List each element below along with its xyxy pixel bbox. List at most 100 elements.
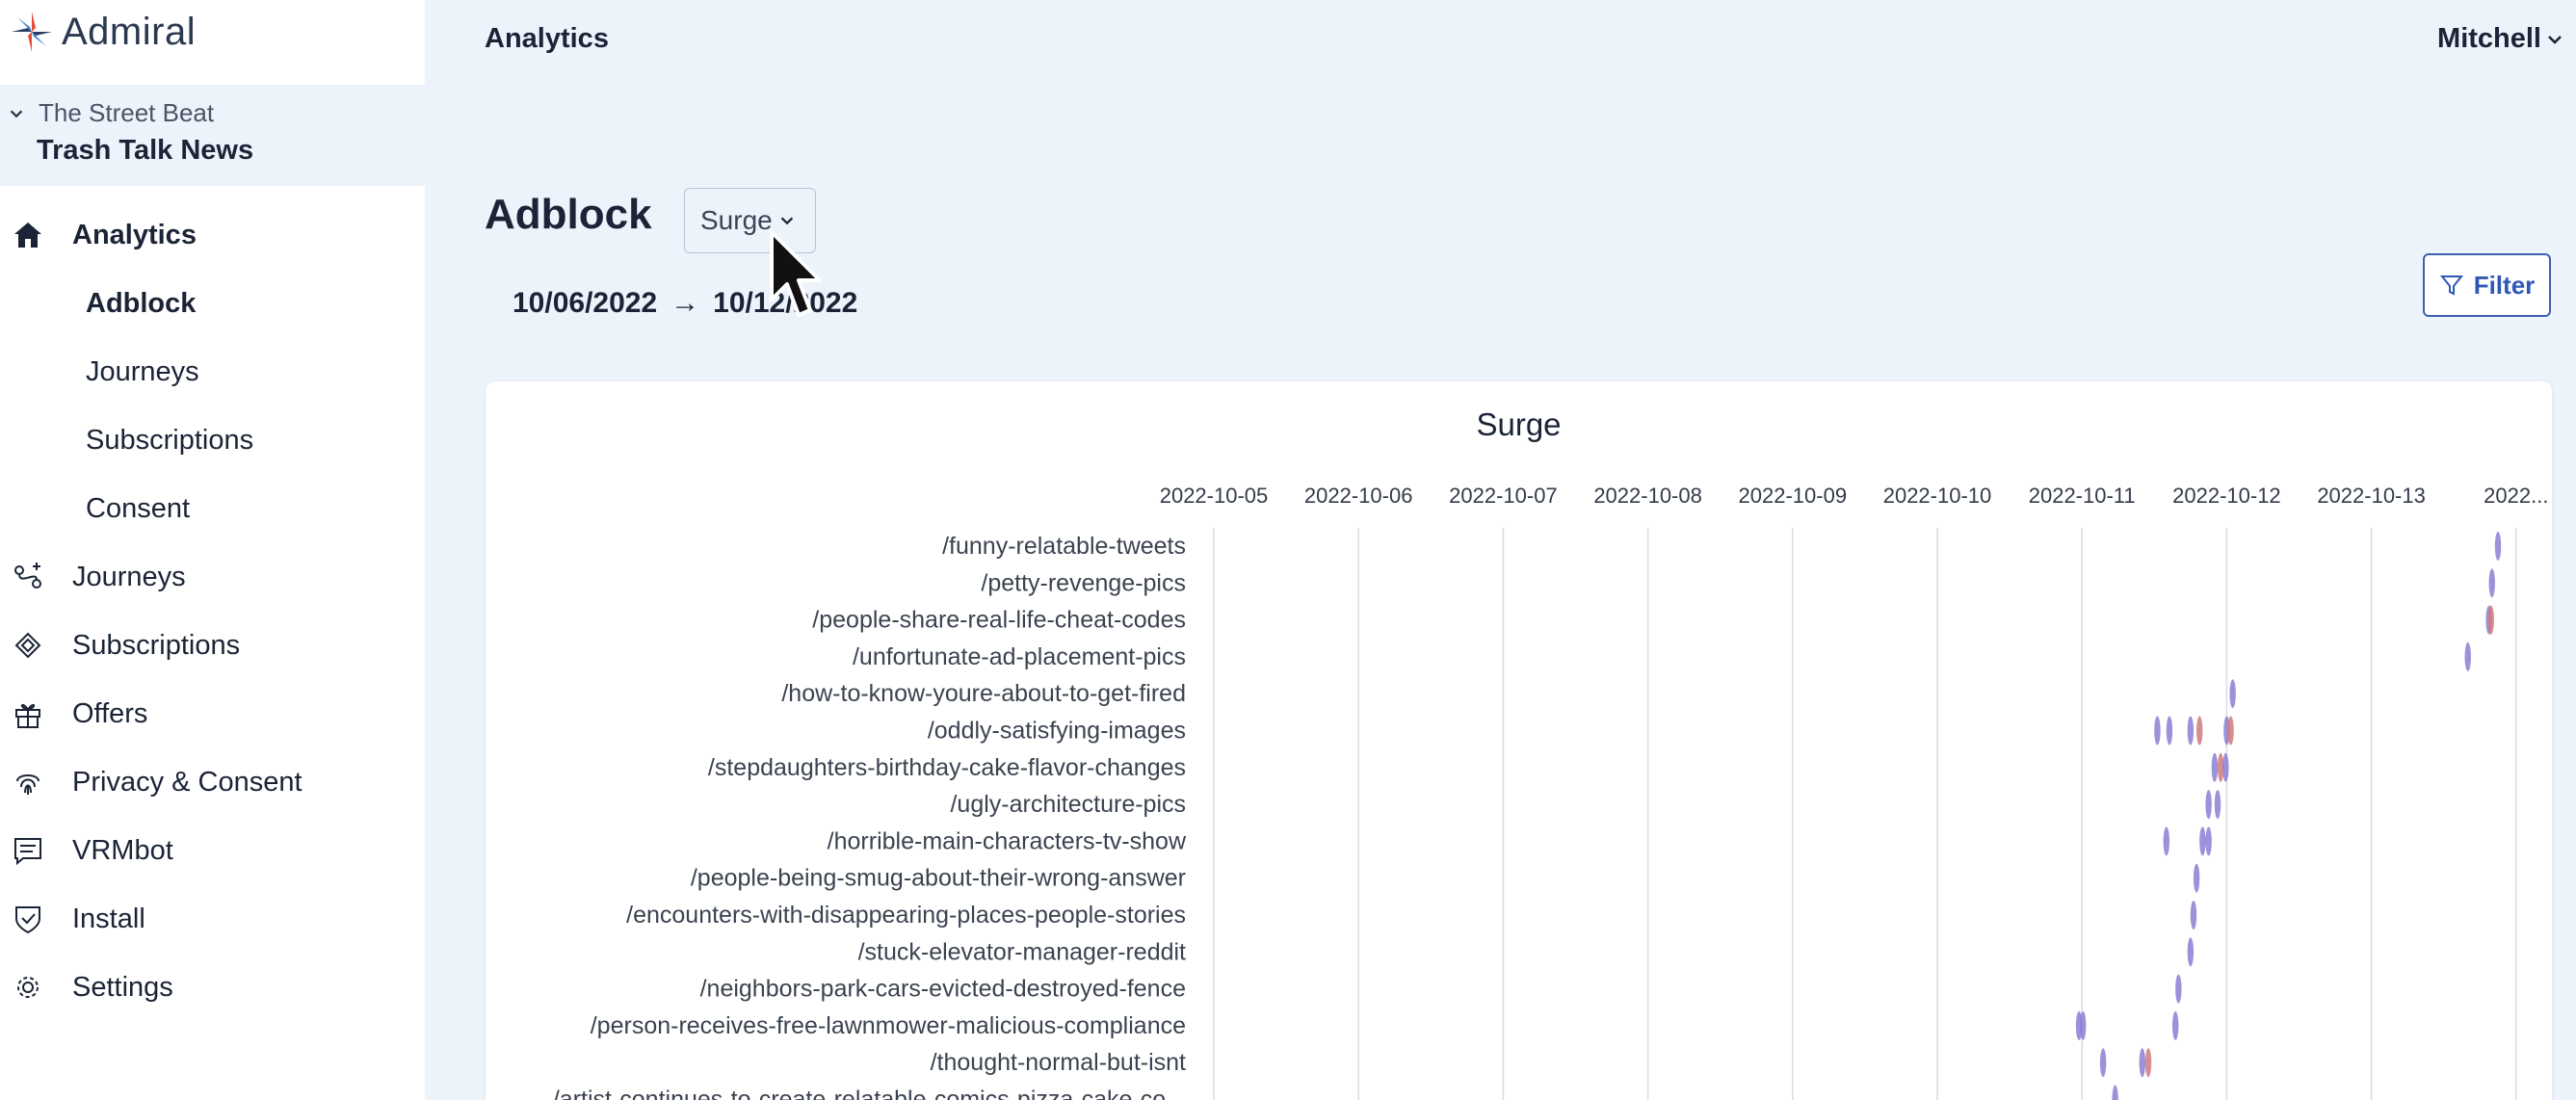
row-label: /people-being-smug-about-their-wrong-ans… xyxy=(691,865,1186,892)
chevron-down-icon xyxy=(780,217,793,225)
chevron-down-icon xyxy=(2548,35,2562,44)
row-label: /stuck-elevator-manager-reddit xyxy=(858,938,1186,965)
nav-sub-item-consent[interactable]: Consent xyxy=(0,480,425,537)
x-tick-label: 2022-10-05 xyxy=(1160,484,1269,508)
nav-label-privacy-consent: Privacy & Consent xyxy=(72,766,302,798)
x-tick-label: 2022-10-08 xyxy=(1593,484,1702,508)
row-label: /person-receives-free-lawnmower-maliciou… xyxy=(591,1012,1186,1039)
x-tick-label: 2022-10-13 xyxy=(2317,484,2426,508)
app-logo[interactable]: Admiral xyxy=(10,8,196,56)
nav-item-settings[interactable]: Settings xyxy=(0,958,425,1016)
nav-label-install: Install xyxy=(72,903,145,934)
workspace-switcher[interactable]: The Street Beat Trash Talk News xyxy=(0,85,425,186)
filter-button[interactable]: Filter xyxy=(2423,253,2551,317)
chevron-down-icon xyxy=(10,110,23,118)
gear-icon xyxy=(17,977,39,998)
data-point xyxy=(2144,1048,2152,1078)
home-icon xyxy=(14,223,41,248)
row-label: /horrible-main-characters-tv-show xyxy=(828,827,1187,854)
nav-sub-item-adblock[interactable]: Adblock xyxy=(0,275,425,332)
sidebar: Admiral The Street Beat Trash Talk News … xyxy=(0,0,425,1100)
nav-label-settings: Settings xyxy=(72,971,173,1003)
nav-item-install[interactable]: Install xyxy=(0,890,425,948)
nav-sub-label: Consent xyxy=(86,492,191,524)
nav-label-vrmbot: VRMbot xyxy=(72,834,173,866)
nav-item-offers[interactable]: Offers xyxy=(0,685,425,743)
data-point xyxy=(2172,1010,2179,1040)
data-point xyxy=(2154,716,2161,746)
app-name: Admiral xyxy=(62,10,197,53)
admiral-logo-icon xyxy=(11,11,53,53)
row-label: /people-share-real-life-cheat-codes xyxy=(812,607,1186,634)
nav-sub-label: Journeys xyxy=(86,355,199,387)
data-point xyxy=(2222,752,2229,782)
row-label: /petty-revenge-pics xyxy=(981,569,1186,596)
data-point xyxy=(2139,1048,2145,1078)
data-point xyxy=(2175,974,2182,1004)
data-point xyxy=(2229,679,2236,709)
row-label: /thought-normal-but-isnt xyxy=(931,1049,1186,1076)
data-point xyxy=(2190,901,2197,930)
nav-sub-item-subscriptions[interactable]: Subscriptions xyxy=(0,411,425,469)
chart-card: Surge 2022-10-05 2022-10-06 2022-10-07 2022… xyxy=(486,381,2552,1100)
header-title: Analytics xyxy=(485,23,609,54)
workspace-site-name: Trash Talk News xyxy=(37,135,254,166)
nav-item-vrmbot[interactable]: VRMbot xyxy=(0,822,425,879)
nav-label-subscriptions: Subscriptions xyxy=(72,629,241,661)
dropdown-value: Surge xyxy=(700,205,773,235)
data-point xyxy=(2080,1010,2087,1040)
x-tick-label: 2022-10-07 xyxy=(1449,484,1558,508)
row-label: /artist-continues-to-create-relatable-co… xyxy=(553,1087,1186,1100)
date-start: 10/06/2022 xyxy=(513,287,658,319)
date-arrow-icon: → xyxy=(670,287,700,319)
row-label: /ugly-architecture-pics xyxy=(950,791,1186,818)
nav-item-privacy-consent[interactable]: Privacy & Consent xyxy=(0,753,425,811)
nav-item-journeys[interactable]: Journeys xyxy=(0,548,425,606)
ticket-icon xyxy=(14,632,41,659)
x-tick-label: 2022-10-11 xyxy=(2029,484,2136,508)
row-label: /funny-relatable-tweets xyxy=(942,533,1186,560)
user-menu[interactable]: Mitchell xyxy=(2437,23,2564,55)
x-tick-label: 2022-10-12 xyxy=(2172,484,2281,508)
data-point xyxy=(2205,826,2212,856)
data-point xyxy=(2205,790,2212,820)
data-point xyxy=(2187,937,2195,967)
filter-funnel-icon xyxy=(2439,275,2463,296)
row-label: /how-to-know-youre-about-to-get-fired xyxy=(781,680,1186,707)
data-point xyxy=(2488,568,2495,598)
filter-label: Filter xyxy=(2473,270,2536,300)
journeys-icon xyxy=(14,563,41,589)
x-tick-label: 2022-10-10 xyxy=(1883,484,1992,508)
nav-sub-label: Subscriptions xyxy=(86,424,254,456)
gift-icon xyxy=(15,704,40,728)
nav-item-subscriptions[interactable]: Subscriptions xyxy=(0,616,425,674)
data-point xyxy=(2227,716,2234,746)
page-title: Adblock xyxy=(485,191,652,238)
row-label: /unfortunate-ad-placement-pics xyxy=(853,643,1186,670)
data-point xyxy=(2166,716,2173,746)
x-tick-label: 2022-10-09 xyxy=(1739,484,1848,508)
row-label: /encounters-with-disappearing-places-peo… xyxy=(626,902,1186,929)
surge-chart: 2022-10-05 2022-10-06 2022-10-07 2022-10-08… xyxy=(553,484,2548,1100)
data-point xyxy=(2193,863,2200,893)
workspace-parent[interactable]: The Street Beat xyxy=(8,98,214,128)
row-label: /stepdaughters-birthday-cake-flavor-chan… xyxy=(708,754,1186,781)
nav-label-offers: Offers xyxy=(72,697,148,729)
mouse-cursor-icon xyxy=(770,230,822,317)
nav-item-analytics[interactable]: Analytics xyxy=(0,206,425,264)
chat-list-icon xyxy=(14,838,41,866)
data-point xyxy=(2199,826,2206,856)
data-point xyxy=(2196,716,2203,746)
x-tick-label: 2022... xyxy=(2484,484,2548,508)
data-point xyxy=(2112,1085,2118,1100)
row-label: /neighbors-park-cars-evicted-destroyed-f… xyxy=(700,976,1186,1003)
data-point xyxy=(2099,1048,2107,1078)
nav-sub-label: Adblock xyxy=(86,287,197,319)
data-point xyxy=(2464,642,2471,671)
data-point xyxy=(2487,605,2494,635)
fingerprint-icon xyxy=(16,774,39,795)
nav-sub-item-journeys[interactable]: Journeys xyxy=(0,343,425,401)
nav-label-analytics: Analytics xyxy=(72,219,197,250)
user-name: Mitchell xyxy=(2437,23,2541,54)
data-point xyxy=(2494,532,2502,561)
